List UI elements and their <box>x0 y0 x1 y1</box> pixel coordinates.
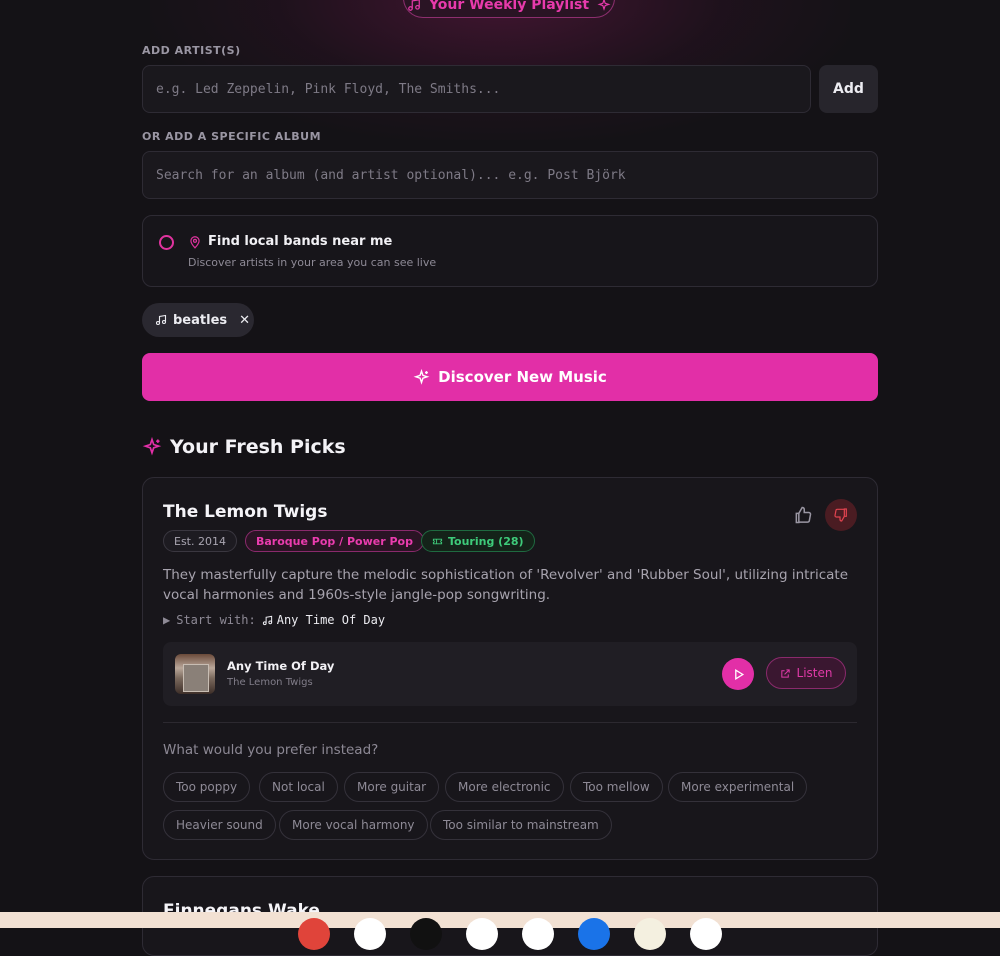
listen-button[interactable]: Listen <box>766 657 846 689</box>
prefer-question: What would you prefer instead? <box>163 742 379 758</box>
fresh-picks-title: Your Fresh Picks <box>170 436 346 458</box>
preference-chip[interactable]: Too mellow <box>570 772 663 802</box>
thumbs-up-icon[interactable] <box>793 505 813 525</box>
add-artist-button[interactable]: Add <box>819 65 878 113</box>
established-badge: Est. 2014 <box>163 530 237 552</box>
artist-name: The Lemon Twigs <box>163 502 328 522</box>
add-artists-label: ADD ARTIST(S) <box>142 44 241 57</box>
app-icon[interactable] <box>578 918 610 950</box>
music-note-icon <box>155 314 167 326</box>
album-input-placeholder: Search for an album (and artist optional… <box>156 167 626 183</box>
preference-chip[interactable]: More vocal harmony <box>279 810 428 840</box>
start-with-label: Start with: <box>176 613 256 627</box>
thumbs-down-icon <box>834 508 847 522</box>
expand-triangle-icon: ▶ <box>163 613 171 627</box>
discover-label: Discover New Music <box>438 368 607 386</box>
track-artist: The Lemon Twigs <box>227 677 313 688</box>
app-icon[interactable] <box>298 918 330 950</box>
genre-badge: Baroque Pop / Power Pop <box>245 530 424 552</box>
app-icon[interactable] <box>690 918 722 950</box>
track-preview: Any Time Of Day The Lemon Twigs Listen <box>163 642 857 706</box>
pick-card: The Lemon Twigs Est. 2014 Baroque Pop / … <box>142 477 878 860</box>
local-bands-option[interactable]: Find local bands near me Discover artist… <box>142 215 878 287</box>
album-search-input[interactable]: Search for an album (and artist optional… <box>142 151 878 199</box>
app-icon[interactable] <box>354 918 386 950</box>
artist-tag-label: beatles <box>173 312 228 328</box>
local-bands-title: Find local bands near me <box>208 234 393 249</box>
artist-description: They masterfully capture the melodic sop… <box>163 567 849 603</box>
weekly-playlist-button[interactable]: Your Weekly Playlist <box>403 0 615 18</box>
artist-input-placeholder: e.g. Led Zeppelin, Pink Floyd, The Smith… <box>156 81 501 97</box>
thumbs-down-button[interactable] <box>825 499 857 531</box>
track-title: Any Time Of Day <box>227 659 335 673</box>
play-button[interactable] <box>722 658 754 690</box>
app-icon[interactable] <box>634 918 666 950</box>
preference-chip[interactable]: Too similar to mainstream <box>430 810 612 840</box>
start-with-song-title: Any Time Of Day <box>276 613 386 627</box>
preference-chip[interactable]: Heavier sound <box>163 810 276 840</box>
add-album-label: OR ADD A SPECIFIC ALBUM <box>142 130 322 143</box>
music-note-icon <box>262 615 272 625</box>
sparkle-icon <box>142 437 162 456</box>
ticket-icon <box>432 538 443 544</box>
external-link-icon <box>780 668 790 678</box>
preference-chip[interactable]: More electronic <box>445 772 564 802</box>
remove-tag-icon[interactable]: ✕ <box>239 313 250 328</box>
preference-chip[interactable]: More experimental <box>668 772 808 802</box>
discover-button[interactable]: Discover New Music <box>142 353 878 401</box>
sparkle-icon <box>597 0 611 11</box>
listen-label: Listen <box>796 666 833 680</box>
sparkle-icon <box>413 368 430 385</box>
fresh-picks-heading: Your Fresh Picks <box>142 436 346 458</box>
artist-tag: beatles ✕ <box>142 303 254 337</box>
touring-badge[interactable]: Touring (28) <box>421 530 535 552</box>
local-bands-radio[interactable] <box>159 235 174 250</box>
album-art <box>175 654 215 694</box>
artist-input[interactable]: e.g. Led Zeppelin, Pink Floyd, The Smith… <box>142 65 811 113</box>
preference-chip[interactable]: Too poppy <box>163 772 251 802</box>
start-with-row[interactable]: ▶ Start with: Any Time Of Day <box>163 613 385 627</box>
touring-label: Touring (28) <box>448 534 524 548</box>
music-icon <box>408 0 420 11</box>
local-bands-subtitle: Discover artists in your area you can se… <box>188 256 437 269</box>
preference-chip[interactable]: Not local <box>259 772 338 802</box>
app-icon[interactable] <box>410 918 442 950</box>
preference-chip[interactable]: More guitar <box>344 772 440 802</box>
map-pin-icon <box>190 236 200 249</box>
app-icon[interactable] <box>466 918 498 950</box>
divider <box>163 722 857 723</box>
start-with-song: Any Time Of Day <box>262 613 385 627</box>
weekly-playlist-label: Your Weekly Playlist <box>428 0 590 13</box>
play-icon <box>734 668 744 680</box>
taskbar <box>0 912 1000 950</box>
app-icon[interactable] <box>522 918 554 950</box>
